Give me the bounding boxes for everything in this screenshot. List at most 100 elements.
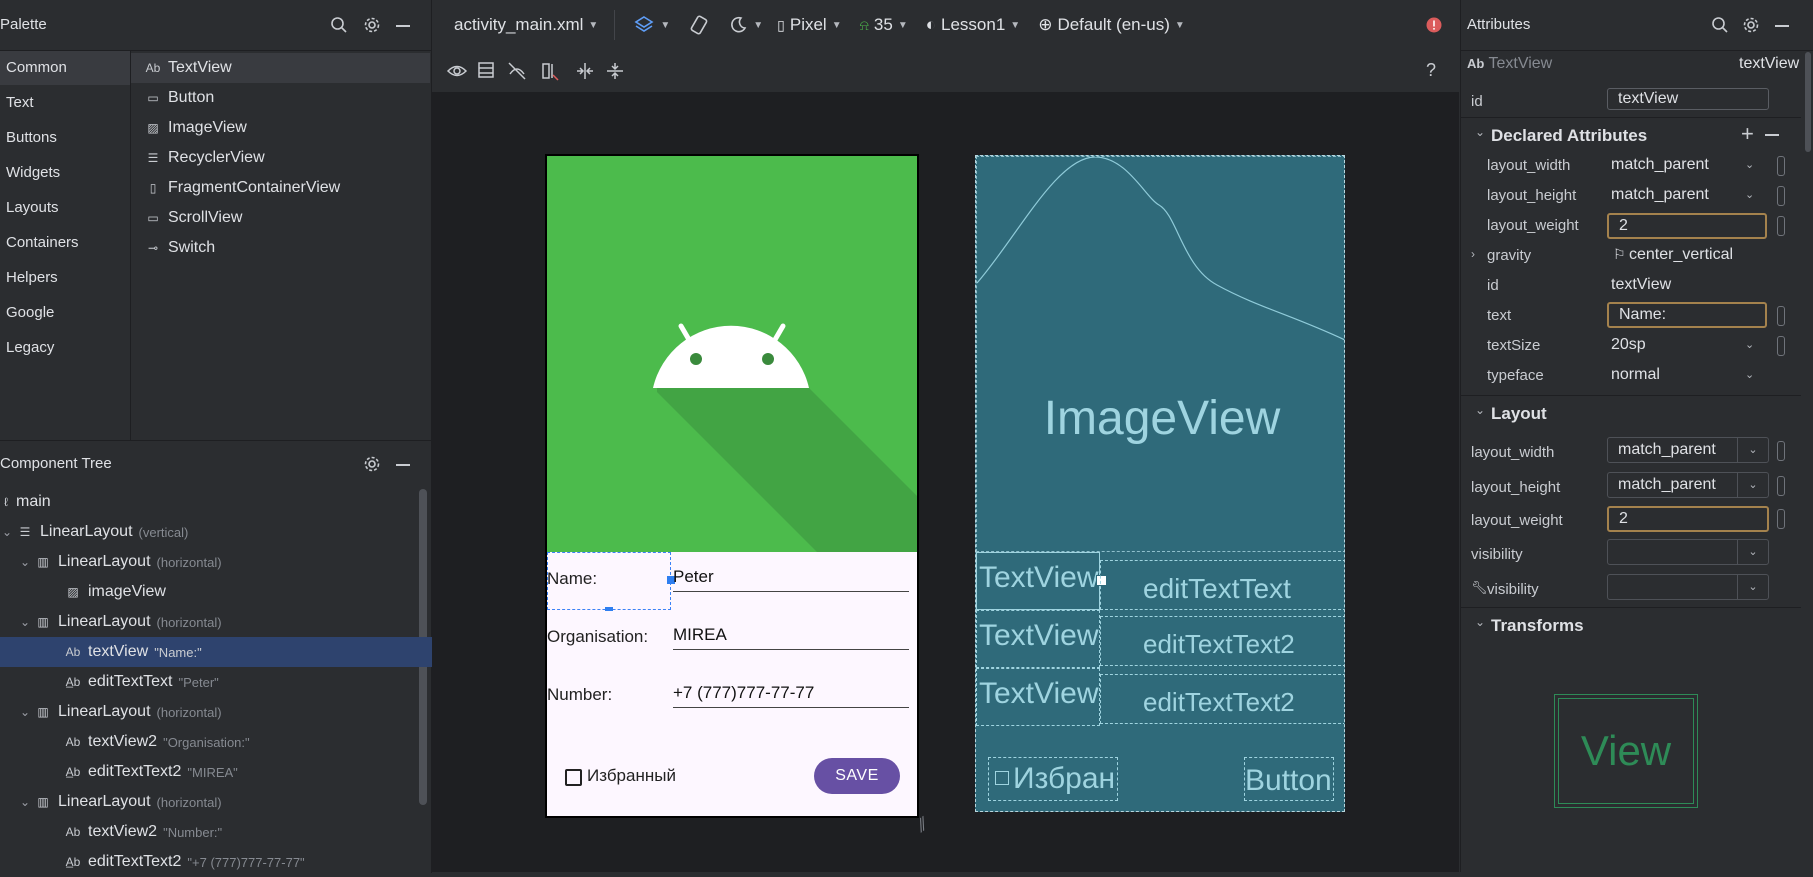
chevron-down-icon[interactable]: ⌄ xyxy=(18,705,32,719)
search-icon[interactable] xyxy=(1711,16,1729,34)
blueprint-textview-1[interactable]: TextView xyxy=(976,552,1100,610)
palette-item-fragmentcontainerview[interactable]: ▯ FragmentContainerView xyxy=(144,179,341,197)
file-dropdown[interactable]: activity_main.xml ▼ xyxy=(454,15,598,35)
save-button[interactable]: SAVE xyxy=(814,758,900,794)
chevron-down-icon[interactable]: ⌄ xyxy=(1475,125,1485,139)
chevron-down-icon[interactable]: ⌄ xyxy=(1475,615,1485,629)
api-dropdown[interactable]: ⍾ 35 ▼ xyxy=(860,15,908,35)
error-icon[interactable] xyxy=(1426,17,1442,33)
palette-item-textview[interactable]: Ab TextView xyxy=(144,59,232,77)
minimize-icon[interactable] xyxy=(396,25,410,27)
attr-toggle[interactable] xyxy=(1777,509,1785,529)
category-widgets[interactable]: Widgets xyxy=(6,164,60,181)
blueprint-textview-3[interactable]: TextView xyxy=(976,668,1100,726)
attr-toggle[interactable] xyxy=(1777,216,1785,236)
attr-value[interactable]: normal xyxy=(1611,366,1660,384)
chevron-down-icon[interactable]: ⌄ xyxy=(0,525,14,539)
tree-row[interactable]: A̲b editTextText "Peter" xyxy=(0,667,482,697)
category-layouts[interactable]: Layouts xyxy=(6,199,59,216)
palette-item-button[interactable]: ▭ Button xyxy=(144,89,214,107)
attributes-scrollbar[interactable] xyxy=(1805,52,1811,152)
chevron-down-icon[interactable]: ⌄ xyxy=(18,615,32,629)
attr-value[interactable]: textView xyxy=(1611,276,1671,294)
tree-row[interactable]: ⌄ ▥ LinearLayout (horizontal) xyxy=(0,697,438,727)
night-mode-button[interactable]: ▼ xyxy=(728,15,763,35)
layout-height-dropdown[interactable]: match_parent ⌄ xyxy=(1607,472,1769,498)
category-text[interactable]: Text xyxy=(6,94,34,111)
tree-row-main[interactable]: ℓ main xyxy=(0,487,420,517)
resize-handle[interactable] xyxy=(605,607,613,611)
theme-dropdown[interactable]: ◐ Lesson1 ▼ xyxy=(926,15,1020,35)
tree-row[interactable]: Ab textView2 "Organisation:" xyxy=(0,727,482,757)
remove-icon[interactable] xyxy=(1765,134,1779,136)
attr-value[interactable]: center_vertical xyxy=(1629,246,1733,264)
blueprint-edittext-3[interactable]: editTextText2 xyxy=(1100,674,1344,724)
chevron-down-icon[interactable]: ⌄ xyxy=(1745,368,1754,381)
category-containers[interactable]: Containers xyxy=(6,234,79,251)
tree-row[interactable]: ⌄ ▥ LinearLayout (horizontal) xyxy=(0,607,438,637)
favourite-checkbox[interactable] xyxy=(565,769,582,786)
tree-row[interactable]: A̲b editTextText2 "+7 (777)777-77-77" xyxy=(0,847,482,877)
attr-toggle[interactable] xyxy=(1777,336,1785,356)
device-dropdown[interactable]: ▯ Pixel ▼ xyxy=(777,15,841,35)
tree-row[interactable]: ▨ imageView xyxy=(0,577,482,607)
blueprint-button[interactable]: Button xyxy=(1244,757,1334,801)
locale-dropdown[interactable]: ⊕ Default (en-us) ▼ xyxy=(1038,15,1185,35)
tree-row[interactable]: A̲b editTextText2 "MIREA" xyxy=(0,757,482,787)
gear-icon[interactable] xyxy=(1742,16,1760,34)
attr-toggle[interactable] xyxy=(1777,306,1785,326)
attr-value[interactable]: match_parent xyxy=(1611,156,1709,174)
category-legacy[interactable]: Legacy xyxy=(6,339,54,356)
search-icon[interactable] xyxy=(330,16,348,34)
minimize-icon[interactable] xyxy=(1775,25,1789,27)
blueprint-checkbox[interactable]: Избран xyxy=(988,757,1118,801)
attr-toggle[interactable] xyxy=(1777,476,1785,496)
help-icon[interactable]: ? xyxy=(1426,60,1436,81)
attr-toggle[interactable] xyxy=(1777,186,1785,206)
chevron-down-icon[interactable]: ⌄ xyxy=(1745,158,1754,171)
tree-row[interactable]: ⌄ ▥ LinearLayout (horizontal) xyxy=(0,787,438,817)
visibility-dropdown[interactable]: ⌄ xyxy=(1607,539,1769,565)
minimize-icon[interactable] xyxy=(396,464,410,466)
blueprint-edittext-1[interactable]: editTextText xyxy=(1100,560,1344,610)
attr-value[interactable]: match_parent xyxy=(1611,186,1709,204)
image-view[interactable] xyxy=(547,156,917,552)
category-helpers[interactable]: Helpers xyxy=(6,269,58,286)
layout-width-dropdown[interactable]: match_parent ⌄ xyxy=(1607,437,1769,463)
chevron-right-icon[interactable]: › xyxy=(1471,247,1475,261)
tree-row[interactable]: ⌄ ▥ LinearLayout (horizontal) xyxy=(0,547,438,577)
blueprint-edittext-2[interactable]: editTextText2 xyxy=(1100,616,1344,666)
palette-item-recyclerview[interactable]: ☰ RecyclerView xyxy=(144,149,265,167)
chevron-down-icon[interactable]: ⌄ xyxy=(18,555,32,569)
chevron-down-icon[interactable]: ⌄ xyxy=(18,795,32,809)
chevron-down-icon[interactable]: ⌄ xyxy=(1745,188,1754,201)
clear-constraints-icon[interactable] xyxy=(506,60,528,82)
attr-value[interactable]: 20sp xyxy=(1611,336,1646,354)
tree-row[interactable]: ⌄ ☰ LinearLayout (vertical) xyxy=(0,517,420,547)
number-field[interactable]: +7 (777)777-77-77 xyxy=(673,683,909,708)
gear-icon[interactable] xyxy=(363,455,381,473)
layout-grid-icon[interactable] xyxy=(476,60,496,80)
category-buttons[interactable]: Buttons xyxy=(6,129,57,146)
orientation-button[interactable] xyxy=(688,14,710,36)
palette-item-scrollview[interactable]: ▭ ScrollView xyxy=(144,209,242,227)
name-field[interactable]: Peter xyxy=(673,567,909,592)
tools-visibility-dropdown[interactable]: ⌄ xyxy=(1607,574,1769,600)
design-surface-button[interactable]: ▼ xyxy=(633,14,670,36)
eye-icon[interactable] xyxy=(446,60,468,82)
chevron-down-icon[interactable]: ⌄ xyxy=(1475,403,1485,417)
layout-weight-input[interactable]: 2 xyxy=(1607,213,1767,239)
palette-item-imageview[interactable]: ▨ ImageView xyxy=(144,119,247,137)
chevron-down-icon[interactable]: ⌄ xyxy=(1745,338,1754,351)
baseline-icon[interactable] xyxy=(538,60,560,82)
category-common[interactable]: Common xyxy=(0,51,130,85)
gear-icon[interactable] xyxy=(363,16,381,34)
tree-row[interactable]: Ab textView2 "Number:" xyxy=(0,817,482,847)
id-input[interactable]: textView xyxy=(1607,88,1769,110)
expand-vertical-icon[interactable] xyxy=(604,60,626,82)
palette-item-switch[interactable]: ⊸ Switch xyxy=(144,239,215,257)
tree-row-selected[interactable]: Ab textView "Name:" xyxy=(0,637,482,667)
add-icon[interactable]: + xyxy=(1741,121,1754,147)
attr-toggle[interactable] xyxy=(1777,156,1785,176)
blueprint-imageview[interactable]: ImageView xyxy=(976,156,1344,552)
